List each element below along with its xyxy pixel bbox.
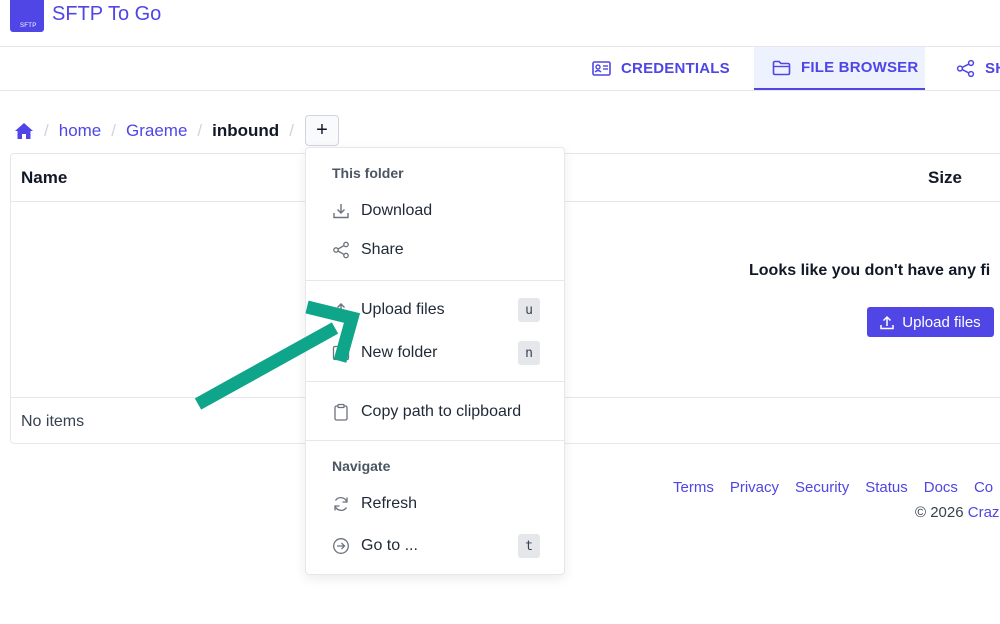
menu-section-navigate: Navigate — [332, 458, 391, 474]
breadcrumb-separator: / — [111, 121, 116, 140]
tab-credentials[interactable]: CREDENTIALS — [592, 47, 732, 90]
column-header-size[interactable]: Size — [928, 168, 962, 188]
breadcrumb-separator: / — [289, 121, 294, 140]
menu-section-this-folder: This folder — [332, 165, 404, 181]
breadcrumb-separator: / — [44, 121, 49, 140]
menu-item-go-to[interactable]: Go to ... t — [306, 528, 564, 564]
tab-label: CREDENTIALS — [621, 60, 730, 77]
tab-label: SH — [985, 60, 1000, 77]
item-count-status: No items — [21, 413, 85, 430]
tab-share[interactable]: SH — [956, 47, 1000, 90]
footer-link-docs[interactable]: Docs — [924, 479, 958, 496]
menu-divider — [306, 280, 564, 281]
menu-item-label: Refresh — [361, 495, 418, 512]
shortcut-key-n: n — [518, 341, 540, 365]
menu-item-label: Copy path to clipboard — [361, 403, 522, 420]
shortcut-key-t: t — [518, 534, 540, 558]
menu-item-label: Share — [361, 241, 404, 258]
menu-item-share[interactable]: Share — [306, 232, 564, 268]
sftp-logo[interactable]: SFTP — [10, 0, 44, 32]
tab-label: FILE BROWSER — [801, 59, 919, 76]
upload-icon — [337, 303, 345, 314]
folder-actions-menu: This folder Download Share Upload files … — [305, 147, 565, 575]
shortcut-key-u: u — [518, 298, 540, 322]
id-card-icon — [592, 61, 611, 76]
breadcrumb-graeme[interactable]: Graeme — [126, 121, 187, 141]
share-icon — [333, 241, 349, 259]
copyright: © 2026 Craz — [915, 504, 999, 521]
breadcrumb-current: inbound — [212, 121, 280, 140]
clipboard-icon — [334, 403, 348, 421]
upload-files-button[interactable]: Upload files — [867, 307, 994, 337]
download-icon — [333, 204, 349, 219]
menu-item-label: Download — [361, 202, 433, 219]
breadcrumb: / home / Graeme / inbound / — [14, 117, 304, 145]
breadcrumb-separator: / — [197, 121, 203, 140]
tab-file-browser[interactable]: FILE BROWSER — [754, 47, 925, 90]
folder-icon — [772, 60, 791, 75]
folder-plus-icon — [332, 345, 350, 361]
menu-item-refresh[interactable]: Refresh — [306, 486, 564, 522]
add-menu-button[interactable]: + — [305, 115, 339, 146]
breadcrumb-home[interactable]: home — [59, 121, 102, 141]
upload-icon — [880, 315, 895, 329]
footer-link-privacy[interactable]: Privacy — [730, 479, 779, 496]
footer-link-status[interactable]: Status — [865, 479, 908, 496]
refresh-icon — [334, 497, 348, 511]
arrow-circle-right-icon — [333, 538, 349, 554]
app-title[interactable]: SFTP To Go — [52, 3, 161, 26]
upload-files-label: Upload files — [902, 313, 981, 331]
menu-item-download[interactable]: Download — [306, 193, 564, 229]
share-icon — [956, 59, 975, 78]
company-link[interactable]: Craz — [968, 504, 1000, 521]
column-header-name[interactable]: Name — [21, 168, 67, 188]
tab-bar: CREDENTIALS FILE BROWSER SH — [0, 47, 1000, 91]
menu-divider — [306, 440, 564, 441]
menu-item-label: Go to ... — [361, 537, 418, 554]
menu-item-upload-files[interactable]: Upload files u — [306, 292, 564, 328]
footer-link-terms[interactable]: Terms — [673, 479, 714, 496]
menu-item-new-folder[interactable]: New folder n — [306, 335, 564, 371]
footer-link-security[interactable]: Security — [795, 479, 849, 496]
menu-item-copy-path[interactable]: Copy path to clipboard — [306, 394, 564, 430]
empty-state-message: Looks like you don't have any fi — [749, 262, 991, 279]
home-icon[interactable] — [14, 122, 34, 140]
footer-links: Terms Privacy Security Status Docs Co — [673, 479, 993, 496]
menu-item-label: Upload files — [361, 301, 445, 318]
menu-item-label: New folder — [361, 344, 438, 361]
app-header: SFTP SFTP To Go — [0, 0, 1000, 47]
menu-divider — [306, 381, 564, 382]
copyright-text: © 2026 — [915, 504, 964, 521]
footer-link-contact[interactable]: Co — [974, 479, 993, 496]
